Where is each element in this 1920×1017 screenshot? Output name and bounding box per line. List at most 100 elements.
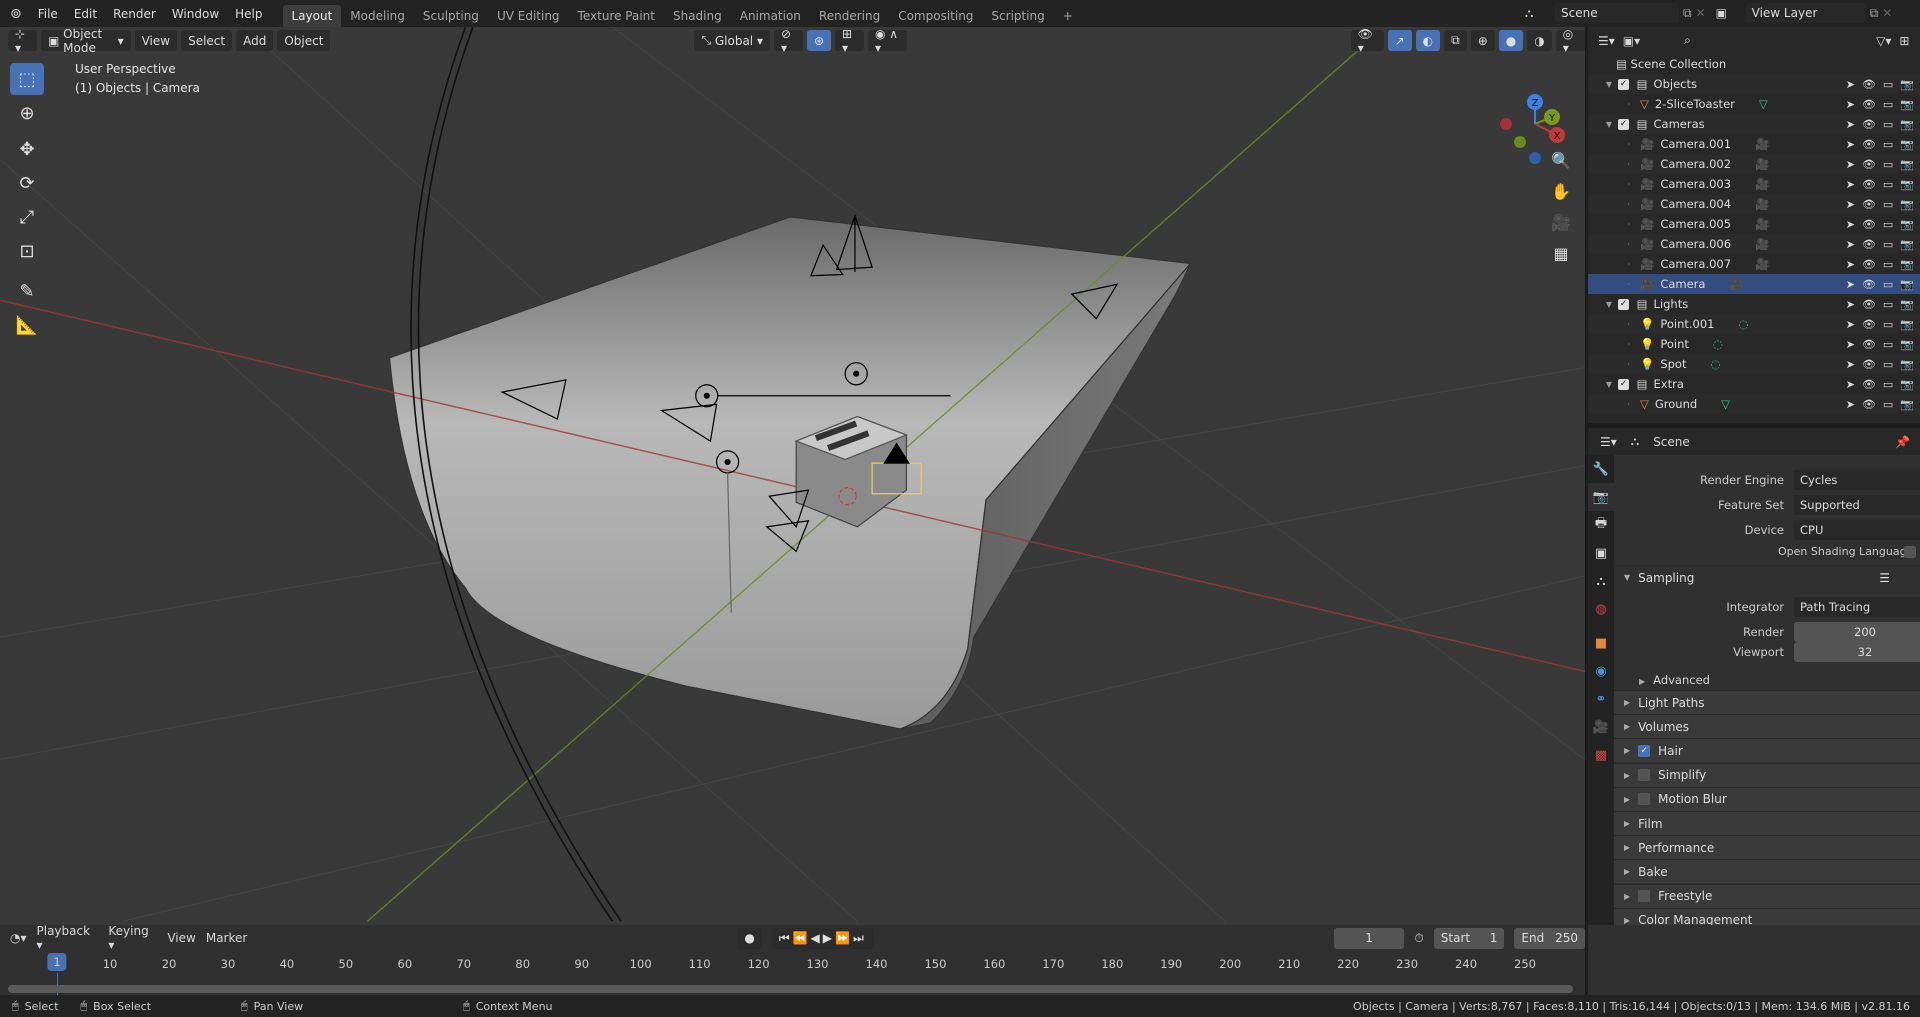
select-box-tool[interactable]: ⬚: [10, 63, 44, 95]
transform-tool[interactable]: ⊡: [10, 235, 44, 267]
tab-layout[interactable]: Layout: [282, 5, 342, 27]
selectable-icon[interactable]: ➤: [1846, 258, 1855, 271]
viewport-disable-icon[interactable]: ▭: [1883, 398, 1893, 411]
tree-line[interactable]: ·: [1588, 140, 1636, 149]
ortho-toggle-icon[interactable]: ▦: [1547, 238, 1575, 269]
tree-line[interactable]: ·: [1588, 100, 1636, 109]
render-disable-icon[interactable]: 📷: [1900, 138, 1914, 151]
menu-render[interactable]: Render: [105, 7, 164, 21]
selectable-icon[interactable]: ➤: [1846, 278, 1855, 291]
panel-simplify[interactable]: ▶ Simplify: [1614, 762, 1920, 787]
delete-scene-icon[interactable]: ✕: [1696, 6, 1706, 20]
outliner-row[interactable]: · 🎥 Camera.006 🎥 ➤ 👁 ▭ 📷: [1588, 234, 1920, 254]
sampling-panel-header[interactable]: ▼ Sampling ☰: [1614, 565, 1920, 589]
viewport-disable-icon[interactable]: ▭: [1883, 298, 1893, 311]
timeline-scrollbar[interactable]: [8, 985, 1573, 993]
light-data-icon[interactable]: ◌: [1710, 357, 1720, 371]
viewport-disable-icon[interactable]: ▭: [1883, 278, 1893, 291]
selectable-icon[interactable]: ➤: [1846, 78, 1855, 91]
panel-freestyle[interactable]: ▶ Freestyle: [1614, 883, 1920, 908]
selectable-icon[interactable]: ➤: [1846, 358, 1855, 371]
properties-editor-type-icon[interactable]: ☰▾: [1600, 435, 1617, 449]
eye-icon[interactable]: 👁: [1862, 278, 1876, 291]
menu-help[interactable]: Help: [227, 7, 270, 21]
move-tool[interactable]: ✥: [10, 133, 44, 165]
xray-toggle[interactable]: ⧉: [1444, 30, 1467, 51]
tab-animation[interactable]: Animation: [731, 5, 810, 27]
tab-shading[interactable]: Shading: [664, 5, 731, 27]
camera-view-icon[interactable]: 🎥: [1547, 207, 1575, 238]
gizmo-toggle[interactable]: ↗: [1387, 30, 1412, 51]
panel-checkbox[interactable]: [1638, 793, 1651, 806]
measure-tool[interactable]: 📐: [10, 309, 44, 341]
shading-solid[interactable]: ●: [1498, 30, 1524, 51]
viewport-disable-icon[interactable]: ▭: [1883, 318, 1893, 331]
outliner-row[interactable]: ▼ ✓ ▤ Objects ➤ 👁 ▭ 📷: [1588, 74, 1920, 94]
tab-modeling[interactable]: Modeling: [341, 5, 414, 27]
annotate-tool[interactable]: ✎: [10, 275, 44, 307]
outliner-row[interactable]: · ▽ Ground ▽ ➤ 👁 ▭ 📷: [1588, 394, 1920, 414]
pin-icon[interactable]: 📌: [1895, 435, 1910, 449]
light-data-icon[interactable]: ◌: [1739, 317, 1749, 331]
viewport-disable-icon[interactable]: ▭: [1883, 218, 1893, 231]
camera-data-icon[interactable]: 🎥: [1755, 157, 1769, 171]
eye-icon[interactable]: 👁: [1862, 178, 1876, 191]
tool-tab-icon[interactable]: 🔧: [1588, 455, 1614, 483]
selectable-icon[interactable]: ➤: [1846, 238, 1855, 251]
outliner-row[interactable]: · ▽ 2-SliceToaster ▽ ➤ 👁 ▭ 📷: [1588, 94, 1920, 114]
render-disable-icon[interactable]: 📷: [1900, 118, 1914, 131]
render-disable-icon[interactable]: 📷: [1900, 218, 1914, 231]
selectable-icon[interactable]: ➤: [1846, 298, 1855, 311]
viewport-disable-icon[interactable]: ▭: [1883, 178, 1893, 191]
world-tab-icon[interactable]: ◍: [1588, 595, 1614, 623]
outliner-editor-type-icon[interactable]: ☰▾: [1598, 34, 1615, 48]
zoom-view-icon[interactable]: 🔍: [1547, 145, 1575, 176]
exclude-checkbox[interactable]: ✓: [1618, 78, 1629, 90]
tree-line[interactable]: ·: [1588, 180, 1636, 189]
viewport-disable-icon[interactable]: ▭: [1883, 338, 1893, 351]
eye-icon[interactable]: 👁: [1862, 338, 1876, 351]
filter-icon[interactable]: ▽▾: [1876, 34, 1891, 48]
outliner-row[interactable]: · 💡 Spot ◌ ➤ 👁 ▭ 📷: [1588, 354, 1920, 374]
rotate-tool[interactable]: ⟳: [10, 167, 44, 199]
viewport-disable-icon[interactable]: ▭: [1883, 358, 1893, 371]
integrator-dropdown[interactable]: Path Tracing⌄: [1794, 597, 1920, 617]
new-view-layer-icon[interactable]: ⧉: [1870, 6, 1879, 21]
outliner-search-input[interactable]: ⌕: [1678, 30, 1789, 51]
eye-icon[interactable]: 👁: [1862, 118, 1876, 131]
device-dropdown[interactable]: CPU⌄: [1794, 520, 1920, 540]
render-disable-icon[interactable]: 📷: [1900, 358, 1914, 371]
panel-checkbox[interactable]: [1638, 769, 1651, 782]
viewport-disable-icon[interactable]: ▭: [1883, 118, 1893, 131]
panel-film[interactable]: ▶ Film: [1614, 811, 1920, 835]
panel-checkbox[interactable]: ✓: [1638, 744, 1651, 757]
eye-icon[interactable]: 👁: [1862, 158, 1876, 171]
proportional-edit-toggle[interactable]: ◉ ∧ ▾: [867, 27, 907, 55]
eye-icon[interactable]: 👁: [1862, 378, 1876, 391]
delete-view-layer-icon[interactable]: ✕: [1882, 6, 1892, 20]
eye-icon[interactable]: 👁: [1862, 98, 1876, 111]
pan-view-icon[interactable]: ✋: [1547, 176, 1575, 207]
tab-texture-paint[interactable]: Texture Paint: [569, 5, 664, 27]
overlay-toggle[interactable]: ◐: [1415, 30, 1441, 51]
selectable-icon[interactable]: ➤: [1846, 158, 1855, 171]
constraints-tab-icon[interactable]: ⚭: [1588, 685, 1614, 713]
tree-line[interactable]: ·: [1588, 320, 1636, 329]
eye-icon[interactable]: 👁: [1862, 398, 1876, 411]
tab-uv-editing[interactable]: UV Editing: [488, 5, 569, 27]
panel-bake[interactable]: ▶ Bake: [1614, 859, 1920, 884]
eye-icon[interactable]: 👁: [1862, 78, 1876, 91]
advanced-subpanel[interactable]: ▶ Advanced: [1639, 673, 1710, 687]
tree-line[interactable]: ·: [1588, 340, 1636, 349]
camera-data-icon[interactable]: 🎥: [1755, 137, 1769, 151]
shading-wireframe[interactable]: ⊕: [1470, 30, 1495, 51]
selectable-icon[interactable]: ➤: [1846, 98, 1855, 111]
viewport-disable-icon[interactable]: ▭: [1883, 78, 1893, 91]
selectable-icon[interactable]: ➤: [1846, 138, 1855, 151]
panel-hair[interactable]: ▶ ✓ Hair: [1614, 738, 1920, 763]
render-disable-icon[interactable]: 📷: [1900, 238, 1914, 251]
tree-line[interactable]: ·: [1588, 240, 1636, 249]
3d-viewport[interactable]: ⊹ ▾ ▣ Object Mode ▾ View Select Add Obje…: [0, 27, 1585, 925]
render-disable-icon[interactable]: 📷: [1900, 98, 1914, 111]
mesh-data-icon[interactable]: ▽: [1721, 397, 1730, 411]
